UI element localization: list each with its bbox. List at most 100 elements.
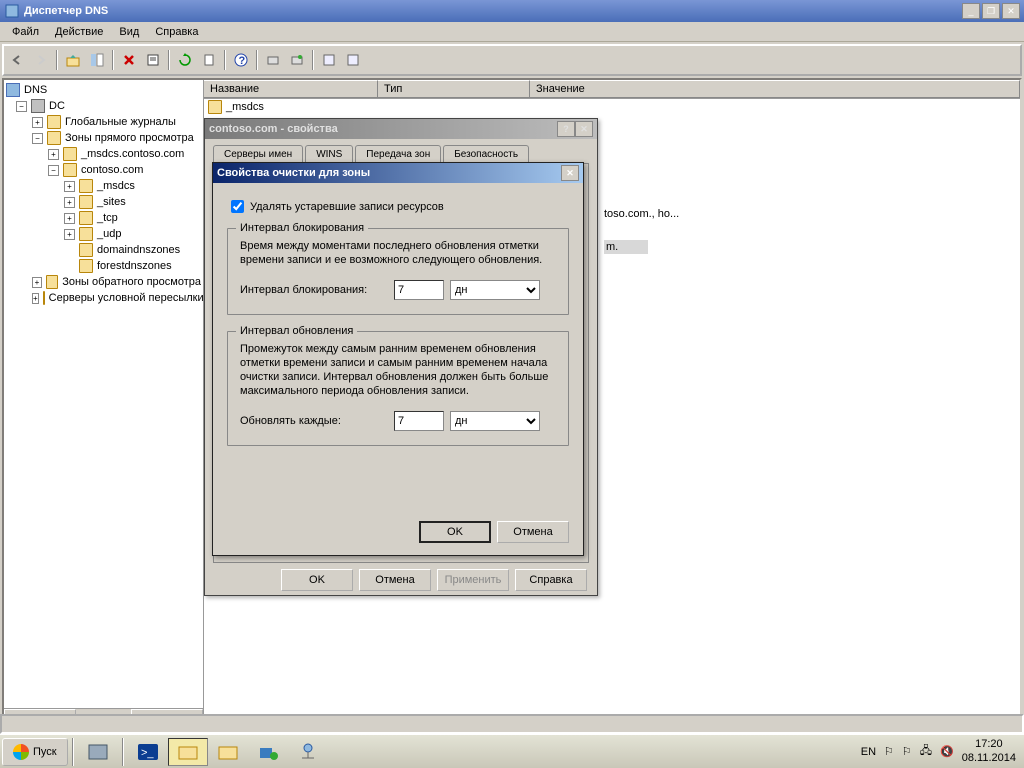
tray-icon-1[interactable]: ⚐ bbox=[884, 745, 894, 758]
expander-icon[interactable]: + bbox=[32, 293, 39, 304]
menu-view[interactable]: Вид bbox=[111, 24, 147, 40]
svg-text:>_: >_ bbox=[141, 747, 154, 759]
tray-icon-2[interactable]: ⚐ bbox=[902, 745, 912, 758]
refresh-value-input[interactable] bbox=[394, 411, 444, 431]
maximize-button[interactable]: ❐ bbox=[982, 3, 1000, 19]
scav-cancel-button[interactable]: Отмена bbox=[497, 521, 569, 543]
list-header: Название Тип Значение bbox=[204, 80, 1020, 99]
no-refresh-label: Интервал блокирования: bbox=[240, 284, 394, 296]
col-value[interactable]: Значение bbox=[530, 80, 1020, 98]
properties-button[interactable] bbox=[142, 49, 164, 71]
tab-wins[interactable]: WINS bbox=[305, 145, 353, 163]
task-item-4[interactable] bbox=[248, 738, 288, 766]
properties-titlebar: contoso.com - свойства ? ✕ bbox=[205, 119, 597, 139]
tree-sub-fdz[interactable]: forestdnszones bbox=[6, 258, 201, 274]
tool-btn-3[interactable] bbox=[318, 49, 340, 71]
tree-zone-contoso[interactable]: −contoso.com bbox=[6, 162, 201, 178]
up-button[interactable] bbox=[62, 49, 84, 71]
export-button[interactable] bbox=[198, 49, 220, 71]
menubar: Файл Действие Вид Справка bbox=[0, 22, 1024, 42]
folder-icon bbox=[43, 291, 45, 305]
expander-icon[interactable]: + bbox=[48, 149, 59, 160]
expander-icon[interactable]: + bbox=[32, 117, 43, 128]
tree-sub-msdcs[interactable]: +_msdcs bbox=[6, 178, 201, 194]
tree-global-logs[interactable]: +Глобальные журналы bbox=[6, 114, 201, 130]
scav-ok-button[interactable]: OK bbox=[419, 521, 491, 543]
folder-icon bbox=[46, 275, 58, 289]
col-name[interactable]: Название bbox=[204, 80, 378, 98]
tool-btn-1[interactable] bbox=[262, 49, 284, 71]
folder-icon bbox=[208, 100, 222, 114]
props-help-button[interactable]: ? bbox=[557, 121, 575, 137]
tree-reverse-zones[interactable]: +Зоны обратного просмотра bbox=[6, 274, 201, 290]
dns-icon bbox=[6, 83, 20, 97]
scavenging-titlebar[interactable]: Свойства очистки для зоны ✕ bbox=[213, 163, 583, 183]
delete-button[interactable] bbox=[118, 49, 140, 71]
expander-icon[interactable]: + bbox=[32, 277, 42, 288]
tree-sub-udp[interactable]: +_udp bbox=[6, 226, 201, 242]
list-row[interactable]: _msdcs bbox=[204, 99, 1020, 115]
expander-icon[interactable]: + bbox=[64, 197, 75, 208]
tab-nameservers[interactable]: Серверы имен bbox=[213, 145, 303, 163]
no-refresh-value-input[interactable] bbox=[394, 280, 444, 300]
tray-sound-icon[interactable]: 🔇 bbox=[940, 745, 954, 758]
clock[interactable]: 17:20 08.11.2014 bbox=[962, 738, 1016, 764]
scav-close-button[interactable]: ✕ bbox=[561, 165, 579, 181]
tool-btn-2[interactable] bbox=[286, 49, 308, 71]
refresh-groupbox: Интервал обновления Промежуток между сам… bbox=[227, 331, 569, 446]
close-button[interactable]: ✕ bbox=[1002, 3, 1020, 19]
dns-app-icon bbox=[4, 3, 20, 19]
language-indicator[interactable]: EN bbox=[861, 746, 876, 758]
tray-network-icon[interactable]: 🖧 bbox=[920, 742, 932, 761]
props-ok-button[interactable]: OK bbox=[281, 569, 353, 591]
props-help-button[interactable]: Справка bbox=[515, 569, 587, 591]
tree-sub-sites[interactable]: +_sites bbox=[6, 194, 201, 210]
forward-button[interactable] bbox=[30, 49, 52, 71]
task-server-manager[interactable] bbox=[78, 738, 118, 766]
menu-action[interactable]: Действие bbox=[47, 24, 111, 40]
tool-btn-4[interactable] bbox=[342, 49, 364, 71]
tab-security[interactable]: Безопасность bbox=[443, 145, 529, 163]
task-dns-manager[interactable] bbox=[288, 738, 328, 766]
refresh-unit-select[interactable]: дн bbox=[450, 411, 540, 431]
expander-icon[interactable]: + bbox=[64, 229, 75, 240]
back-button[interactable] bbox=[6, 49, 28, 71]
server-icon bbox=[31, 99, 45, 113]
props-cancel-button[interactable]: Отмена bbox=[359, 569, 431, 591]
show-hide-button[interactable] bbox=[86, 49, 108, 71]
tree-sub-tcp[interactable]: +_tcp bbox=[6, 210, 201, 226]
col-type[interactable]: Тип bbox=[378, 80, 530, 98]
tree-forward-zones[interactable]: −Зоны прямого просмотра bbox=[6, 130, 201, 146]
task-item-3[interactable] bbox=[208, 738, 248, 766]
minimize-button[interactable]: _ bbox=[962, 3, 980, 19]
menu-help[interactable]: Справка bbox=[147, 24, 206, 40]
partial-text: toso.com., ho... bbox=[604, 208, 679, 220]
tab-transfers[interactable]: Передача зон bbox=[355, 145, 441, 163]
expander-icon[interactable]: − bbox=[16, 101, 27, 112]
refresh-button[interactable] bbox=[174, 49, 196, 71]
task-explorer[interactable] bbox=[168, 738, 208, 766]
no-refresh-unit-select[interactable]: дн bbox=[450, 280, 540, 300]
expander-icon[interactable]: − bbox=[48, 165, 59, 176]
props-apply-button[interactable]: Применить bbox=[437, 569, 509, 591]
expander-icon[interactable]: + bbox=[64, 181, 75, 192]
tree-zone-msdcs[interactable]: +_msdcs.contoso.com bbox=[6, 146, 201, 162]
tree-sub-ddz[interactable]: domaindnszones bbox=[6, 242, 201, 258]
no-refresh-groupbox: Интервал блокирования Время между момент… bbox=[227, 228, 569, 315]
help-button[interactable]: ? bbox=[230, 49, 252, 71]
expander-icon[interactable]: − bbox=[32, 133, 43, 144]
tree-server[interactable]: −DC bbox=[6, 98, 201, 114]
folder-icon bbox=[79, 211, 93, 225]
tree-dns-root[interactable]: DNS bbox=[6, 82, 201, 98]
start-button[interactable]: Пуск bbox=[2, 738, 68, 766]
refresh-desc: Промежуток между самым ранним временем о… bbox=[240, 342, 556, 399]
props-close-button[interactable]: ✕ bbox=[575, 121, 593, 137]
tree-cond-fwd[interactable]: +Серверы условной пересылки bbox=[6, 290, 201, 306]
refresh-label: Обновлять каждые: bbox=[240, 415, 394, 427]
delete-stale-checkbox[interactable] bbox=[231, 200, 244, 213]
scavenging-dialog: Свойства очистки для зоны ✕ Удалять уста… bbox=[212, 162, 584, 556]
task-powershell[interactable]: >_ bbox=[128, 738, 168, 766]
no-refresh-desc: Время между моментами последнего обновле… bbox=[240, 239, 556, 268]
menu-file[interactable]: Файл bbox=[4, 24, 47, 40]
expander-icon[interactable]: + bbox=[64, 213, 75, 224]
